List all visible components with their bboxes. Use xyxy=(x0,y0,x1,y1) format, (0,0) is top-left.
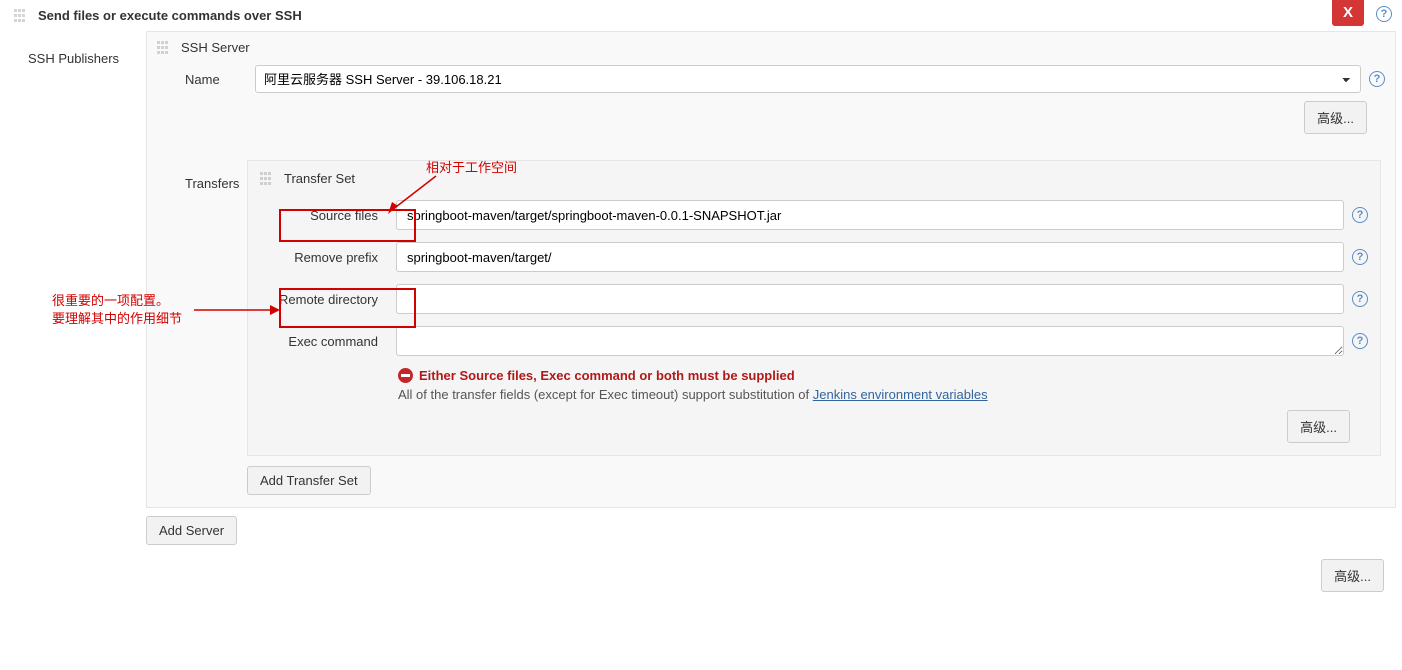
validation-error: Either Source files, Exec command or bot… xyxy=(398,368,1368,383)
error-icon xyxy=(398,368,413,383)
publishers-label: SSH Publishers xyxy=(28,31,146,545)
help-icon[interactable]: ? xyxy=(1376,6,1392,22)
help-icon[interactable]: ? xyxy=(1352,207,1368,223)
transfer-set-heading: Transfer Set xyxy=(284,171,355,186)
section-title: Send files or execute commands over SSH xyxy=(38,8,302,23)
add-transfer-set-button[interactable]: Add Transfer Set xyxy=(247,466,371,495)
exec-command-label: Exec command xyxy=(260,334,388,349)
close-button[interactable]: X xyxy=(1332,0,1364,26)
help-icon[interactable]: ? xyxy=(1352,333,1368,349)
server-name-select[interactable]: 阿里云服务器 SSH Server - 39.106.18.21 xyxy=(255,65,1361,93)
remove-prefix-input[interactable] xyxy=(396,242,1344,272)
help-icon[interactable]: ? xyxy=(1352,291,1368,307)
source-files-label: Source files xyxy=(260,208,388,223)
drag-handle-icon[interactable] xyxy=(157,41,171,55)
exec-command-textarea[interactable] xyxy=(396,326,1344,356)
env-vars-link[interactable]: Jenkins environment variables xyxy=(813,387,988,402)
hint-text: All of the transfer fields (except for E… xyxy=(398,387,1368,402)
help-icon[interactable]: ? xyxy=(1369,71,1385,87)
help-icon[interactable]: ? xyxy=(1352,249,1368,265)
ssh-server-panel: SSH Server Name 阿里云服务器 SSH Server - 39.1… xyxy=(146,31,1396,508)
add-server-button[interactable]: Add Server xyxy=(146,516,237,545)
remove-prefix-label: Remove prefix xyxy=(260,250,388,265)
name-label: Name xyxy=(157,72,247,87)
section-header: Send files or execute commands over SSH … xyxy=(0,0,1402,31)
error-text: Either Source files, Exec command or bot… xyxy=(419,368,795,383)
remote-directory-input[interactable] xyxy=(396,284,1344,314)
bottom-advanced-button[interactable]: 高级... xyxy=(1321,559,1384,592)
server-advanced-button[interactable]: 高级... xyxy=(1304,101,1367,134)
transfers-label: Transfers xyxy=(157,160,247,495)
remote-directory-label: Remote directory xyxy=(260,292,388,307)
drag-handle-icon[interactable] xyxy=(260,172,274,186)
transfer-set-panel: Transfer Set Source files ? Remove prefi… xyxy=(247,160,1381,456)
source-files-input[interactable] xyxy=(396,200,1344,230)
ssh-server-heading: SSH Server xyxy=(181,40,250,55)
transfer-advanced-button[interactable]: 高级... xyxy=(1287,410,1350,443)
drag-handle-icon[interactable] xyxy=(14,9,28,23)
